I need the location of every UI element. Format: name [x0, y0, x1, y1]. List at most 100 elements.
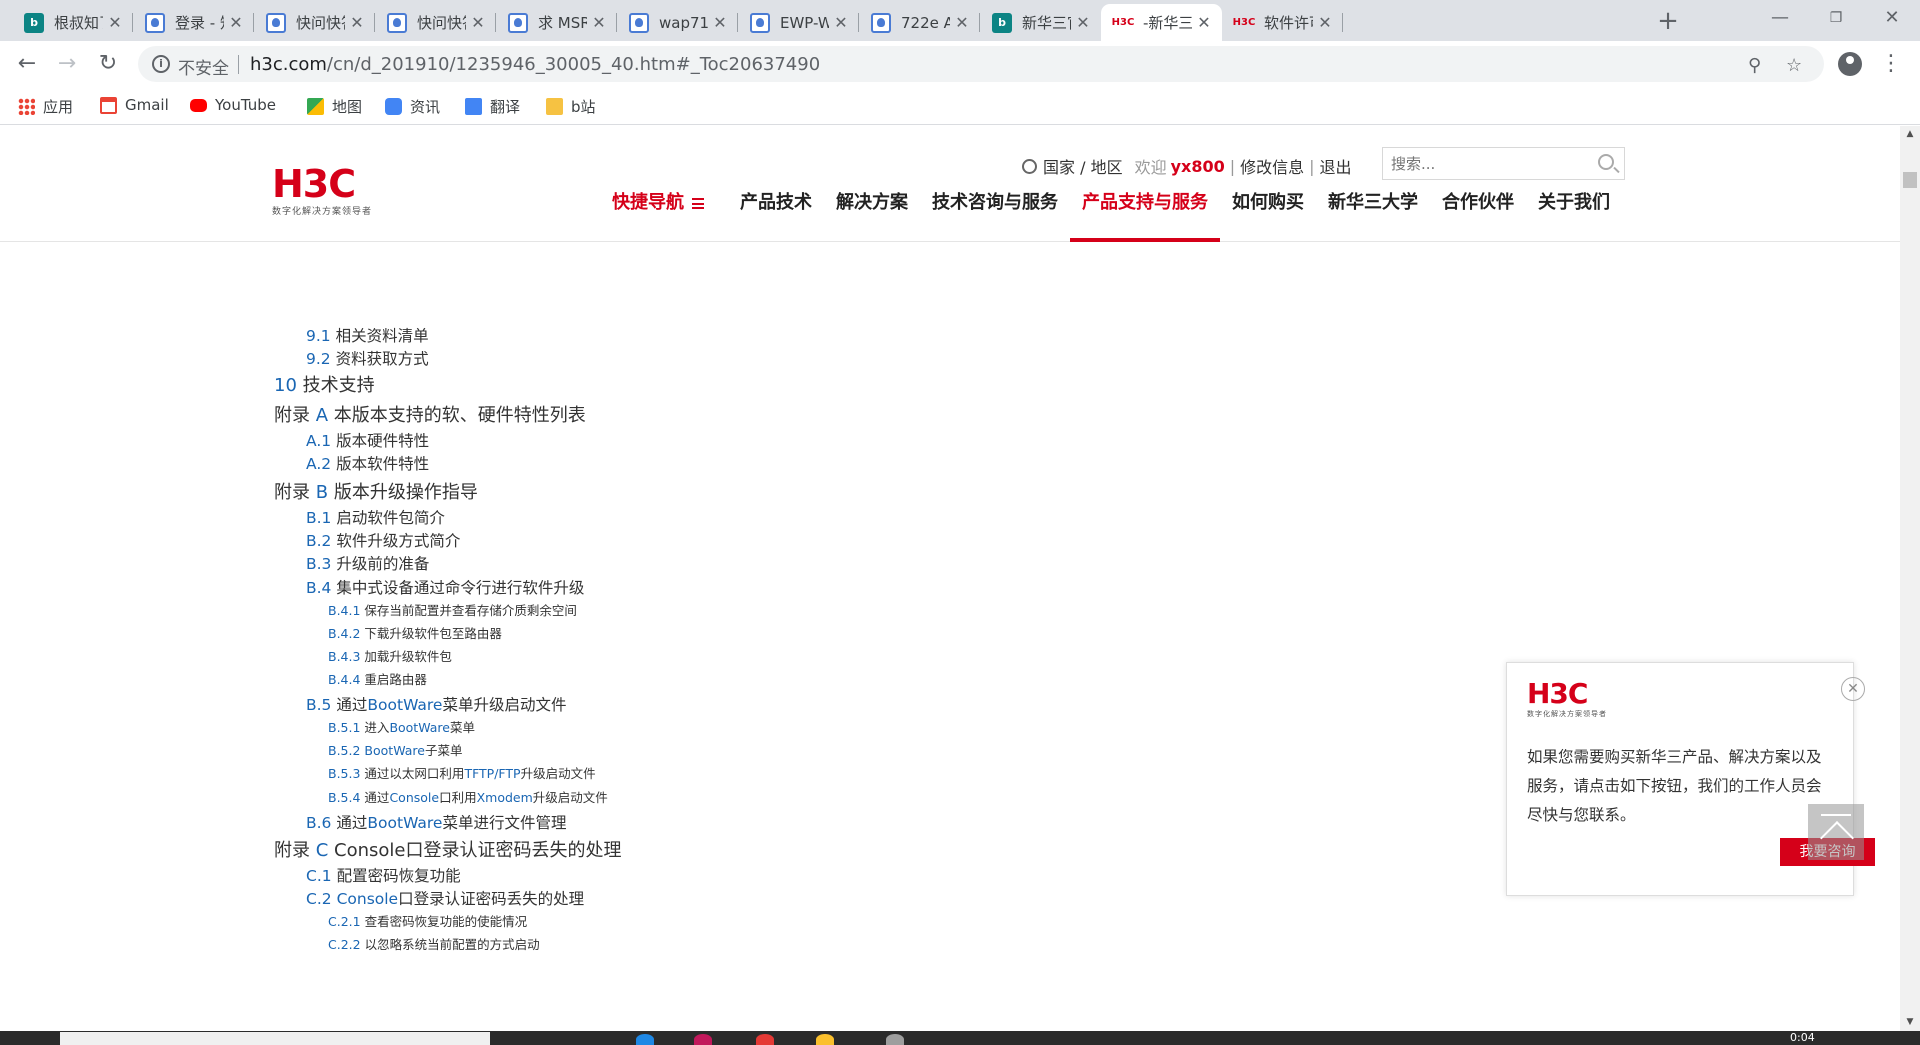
bookmark-item[interactable]: b站 — [546, 96, 596, 117]
restore-button[interactable]: ❐ — [1808, 0, 1864, 36]
back-to-top-icon[interactable] — [1808, 804, 1864, 860]
back-arrow-icon[interactable]: ← — [10, 47, 44, 81]
toc-link[interactable]: B.4.2 下载升级软件包至路由器 — [328, 623, 502, 642]
toc-link[interactable]: 10 技术支持 — [274, 371, 375, 397]
url-text[interactable]: h3c.com/cn/d_201910/1235946_30005_40.htm… — [250, 54, 820, 75]
browser-tab[interactable]: 快问快答✕ — [254, 4, 375, 41]
h3c-logo[interactable]: H3C 数字化解决方案领导者 — [272, 164, 372, 217]
tab-close-icon[interactable]: ✕ — [954, 13, 970, 32]
browser-tab[interactable]: 登录 - 知✕ — [133, 4, 254, 41]
profile-avatar-icon[interactable] — [1838, 52, 1862, 76]
tab-close-icon[interactable]: ✕ — [833, 13, 849, 32]
browser-tab[interactable]: b 新华三官✕ — [980, 4, 1101, 41]
edge-icon[interactable] — [636, 1034, 654, 1045]
toc-link[interactable]: B.4.3 加载升级软件包 — [328, 646, 452, 665]
tab-close-icon[interactable]: ✕ — [1196, 13, 1212, 32]
browser-tab[interactable]: H3C -新华三集✕ — [1101, 4, 1222, 41]
search-icon[interactable] — [1598, 154, 1614, 170]
toc-link[interactable]: C.2.2 以忽略系统当前配置的方式启动 — [328, 934, 540, 953]
toc-link[interactable]: B.5.3 通过以太网口利用TFTP/FTP升级启动文件 — [328, 763, 596, 782]
close-icon[interactable]: ✕ — [1841, 677, 1865, 701]
bookmark-item[interactable]: 资讯 — [385, 96, 440, 117]
bookmark-star-icon[interactable]: ☆ — [1786, 55, 1802, 76]
tab-close-icon[interactable]: ✕ — [1075, 13, 1091, 32]
tab-close-icon[interactable]: ✕ — [228, 13, 244, 32]
toc-link[interactable]: B.6 通过BootWare菜单进行文件管理 — [306, 811, 566, 833]
toc-link[interactable]: B.5.2 BootWare子菜单 — [328, 740, 462, 759]
browser-tab[interactable]: H3C 软件许可✕ — [1222, 4, 1343, 41]
quick-nav-menu[interactable]: 快捷导航 — [600, 188, 716, 242]
toc-link[interactable]: B.4.4 重启路由器 — [328, 669, 427, 688]
taskbar-search-box[interactable] — [60, 1032, 490, 1045]
tab-close-icon[interactable]: ✕ — [712, 13, 728, 32]
minimize-button[interactable]: — — [1752, 0, 1808, 36]
forward-arrow-icon[interactable]: → — [50, 47, 84, 81]
zoom-icon[interactable]: ⚲ — [1748, 55, 1761, 76]
tab-close-icon[interactable]: ✕ — [1317, 13, 1333, 32]
nav-item[interactable]: 合作伙伴 — [1430, 188, 1526, 242]
nav-item[interactable]: 新华三大学 — [1316, 188, 1430, 242]
zhidao-doc-icon — [145, 12, 165, 33]
toc-number: 9.1 — [306, 327, 331, 345]
reload-icon[interactable]: ↻ — [91, 47, 125, 81]
nav-item[interactable]: 产品技术 — [728, 188, 824, 242]
nav-item[interactable]: 关于我们 — [1526, 188, 1622, 242]
browser-tab[interactable]: 722e AP✕ — [859, 4, 980, 41]
bookmark-item[interactable]: 翻译 — [465, 96, 520, 117]
toc-link[interactable]: 附录 C Console口登录认证密码丢失的处理 — [274, 836, 622, 862]
tab-close-icon[interactable]: ✕ — [349, 13, 365, 32]
browser-tab[interactable]: b 根叔知了✕ — [12, 4, 133, 41]
tab-close-icon[interactable]: ✕ — [591, 13, 607, 32]
app-icon[interactable] — [694, 1034, 712, 1045]
toc-link[interactable]: A.2 版本软件特性 — [306, 452, 429, 474]
toc-link[interactable]: 9.1 相关资料清单 — [306, 324, 429, 346]
search-input[interactable] — [1383, 148, 1583, 179]
scroll-up-icon[interactable]: ▲ — [1900, 126, 1920, 143]
scrollbar-thumb[interactable] — [1903, 172, 1917, 188]
bookmark-item[interactable]: Gmail — [100, 96, 169, 114]
toc-link[interactable]: B.1 启动软件包简介 — [306, 506, 445, 528]
new-tab-button[interactable]: + — [1652, 6, 1684, 38]
toc-link[interactable]: B.3 升级前的准备 — [306, 552, 429, 574]
toc-link[interactable]: C.2.1 查看密码恢复功能的使能情况 — [328, 911, 527, 930]
toc-link[interactable]: B.5.4 通过Console口利用Xmodem升级启动文件 — [328, 787, 608, 806]
browser-tab[interactable]: 求 MSR8✕ — [496, 4, 617, 41]
folder-icon[interactable] — [816, 1034, 834, 1045]
browser-tab[interactable]: 快问快答✕ — [375, 4, 496, 41]
toc-link[interactable]: B.5.1 进入BootWare菜单 — [328, 717, 475, 736]
nav-item[interactable]: 如何购买 — [1220, 188, 1316, 242]
toc-link[interactable]: A.1 版本硬件特性 — [306, 429, 429, 451]
browser-tab[interactable]: EWP-WA✕ — [738, 4, 859, 41]
nav-item[interactable]: 产品支持与服务 — [1070, 188, 1220, 242]
nav-item[interactable]: 解决方案 — [824, 188, 920, 242]
app-icon[interactable] — [886, 1034, 904, 1045]
toc-link[interactable]: B.5 通过BootWare菜单升级启动文件 — [306, 693, 566, 715]
edit-info-link[interactable]: 修改信息 — [1240, 154, 1304, 178]
bookmark-item[interactable]: YouTube — [190, 96, 276, 114]
bookmark-label: YouTube — [215, 96, 276, 114]
toc-link[interactable]: 附录 A 本版本支持的软、硬件特性列表 — [274, 401, 586, 427]
chrome-icon[interactable] — [756, 1034, 774, 1045]
nav-item[interactable]: 技术咨询与服务 — [920, 188, 1070, 242]
address-bar[interactable]: i 不安全 h3c.com/cn/d_201910/1235946_30005_… — [138, 46, 1824, 82]
toc-link[interactable]: B.4 集中式设备通过命令行进行软件升级 — [306, 576, 584, 598]
close-window-button[interactable]: ✕ — [1864, 0, 1920, 36]
toc-link[interactable]: 附录 B 版本升级操作指导 — [274, 478, 478, 504]
browser-menu-icon[interactable]: ⋮ — [1880, 50, 1902, 78]
toc-link[interactable]: B.4.1 保存当前配置并查看存储介质剩余空间 — [328, 600, 577, 619]
page-scrollbar[interactable]: ▲ ▼ — [1900, 126, 1920, 1031]
logout-link[interactable]: 退出 — [1320, 154, 1352, 178]
toc-link[interactable]: C.2 Console口登录认证密码丢失的处理 — [306, 887, 584, 909]
bookmark-item[interactable]: 地图 — [307, 96, 362, 117]
browser-tab[interactable]: wap712c✕ — [617, 4, 738, 41]
toc-link[interactable]: B.2 软件升级方式简介 — [306, 529, 460, 551]
toc-link[interactable]: 9.2 资料获取方式 — [306, 347, 429, 369]
tab-close-icon[interactable]: ✕ — [107, 13, 123, 32]
tab-close-icon[interactable]: ✕ — [470, 13, 486, 32]
info-icon[interactable]: i — [152, 55, 170, 73]
scroll-down-icon[interactable]: ▼ — [1900, 1014, 1920, 1031]
toc-link[interactable]: C.1 配置密码恢复功能 — [306, 864, 461, 886]
region-link[interactable]: 国家 / 地区 — [1043, 154, 1123, 178]
username-link[interactable]: yx800 — [1171, 157, 1225, 176]
bookmark-apps[interactable]: 应用 — [18, 96, 73, 117]
